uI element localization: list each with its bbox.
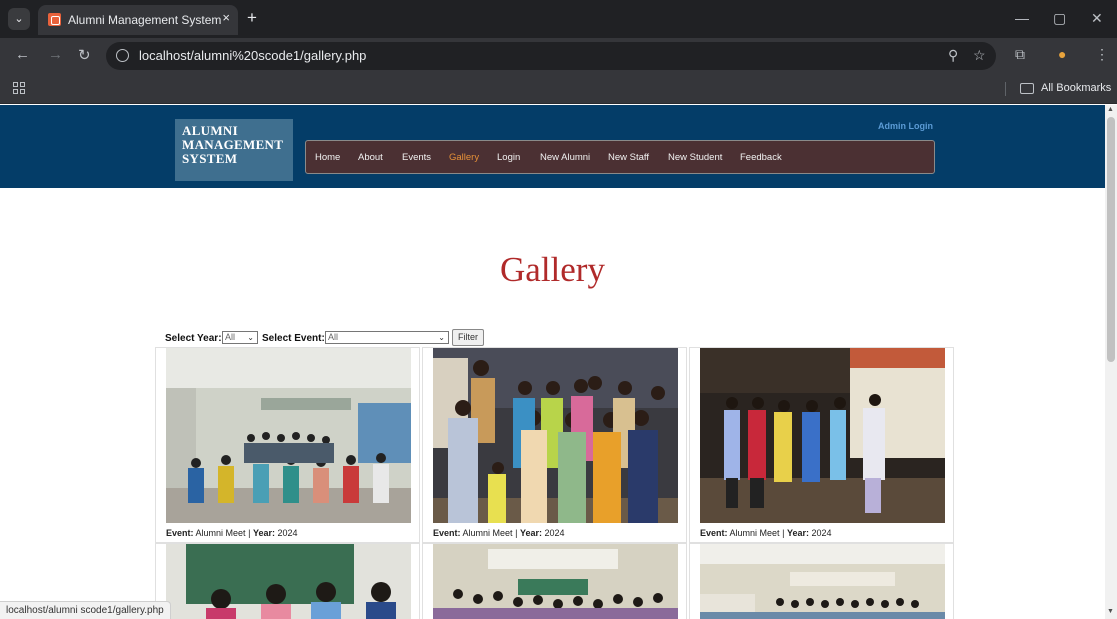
card-caption: Event: Alumni Meet | Year: 2024 xyxy=(166,528,298,538)
admin-login-link[interactable]: Admin Login xyxy=(878,121,933,131)
logo-line: MANAGEMENT xyxy=(182,137,284,152)
card-caption: Event: Alumni Meet | Year: 2024 xyxy=(700,528,832,538)
gallery-card[interactable]: Event: Alumni Meet | Year: 2024 xyxy=(155,347,420,543)
bookmarks-bar: All Bookmarks xyxy=(0,74,1117,104)
minimize-icon[interactable]: — xyxy=(1015,10,1029,26)
status-bar-url: localhost/alumni scode1/gallery.php xyxy=(0,601,171,619)
nav-new-alumni[interactable]: New Alumni xyxy=(540,152,590,163)
filter-button[interactable]: Filter xyxy=(452,329,484,346)
nav-gallery[interactable]: Gallery xyxy=(449,152,479,163)
select-event-label: Select Event: xyxy=(262,333,325,344)
nav-feedback[interactable]: Feedback xyxy=(740,152,782,163)
reload-icon[interactable]: ↻ xyxy=(78,46,91,64)
nav-login[interactable]: Login xyxy=(497,152,520,163)
chevron-down-icon: ⌄ xyxy=(438,333,445,342)
menu-icon[interactable]: ⋮ xyxy=(1095,46,1109,63)
tab-close-icon[interactable]: × xyxy=(222,10,230,25)
gallery-photo[interactable] xyxy=(700,544,945,619)
logo-line: SYSTEM xyxy=(182,151,238,166)
nav-new-student[interactable]: New Student xyxy=(668,152,722,163)
gallery-photo[interactable] xyxy=(166,348,411,523)
event-select[interactable]: All ⌄ xyxy=(325,331,449,344)
browser-tab-bar: ⌄ Alumni Management System × + — ▢ ✕ xyxy=(0,0,1117,38)
url-text[interactable]: localhost/alumni%20scode1/gallery.php xyxy=(139,48,366,63)
scroll-thumb[interactable] xyxy=(1107,117,1115,362)
chevron-down-icon: ⌄ xyxy=(247,333,254,342)
gallery-card[interactable]: Event: Alumni Meet | Year: 2024 xyxy=(689,347,954,543)
card-caption: Event: Alumni Meet | Year: 2024 xyxy=(433,528,565,538)
tab-list-icon[interactable]: ⌄ xyxy=(8,8,30,30)
scroll-up-icon[interactable]: ▲ xyxy=(1107,106,1114,113)
forward-icon[interactable]: → xyxy=(48,46,63,63)
main-nav: Home About Events Gallery Login New Alum… xyxy=(305,140,935,174)
page-scrollbar[interactable]: ▲ ▼ xyxy=(1105,105,1117,619)
nav-about[interactable]: About xyxy=(358,152,383,163)
scroll-down-icon[interactable]: ▼ xyxy=(1107,608,1114,615)
browser-tab[interactable]: Alumni Management System × xyxy=(38,5,238,35)
browser-toolbar: ← → ↻ localhost/alumni%20scode1/gallery.… xyxy=(0,38,1117,74)
tab-title: Alumni Management System xyxy=(68,13,222,27)
gallery-card[interactable]: Event: Alumni Meet | Year: 2024 xyxy=(422,347,687,543)
gallery-photo[interactable] xyxy=(700,348,945,523)
select-year-label: Select Year: xyxy=(165,333,222,344)
new-tab-icon[interactable]: + xyxy=(247,9,257,27)
gallery-photo[interactable] xyxy=(433,544,678,619)
folder-icon[interactable] xyxy=(1020,83,1034,94)
year-select[interactable]: All ⌄ xyxy=(222,331,258,344)
apps-icon[interactable] xyxy=(13,82,26,95)
page-title: Gallery xyxy=(500,250,605,289)
zoom-icon[interactable]: ⚲ xyxy=(948,47,958,64)
gallery-card[interactable] xyxy=(689,543,954,619)
site-header: ALUMNI MANAGEMENT SYSTEM Admin Login Hom… xyxy=(0,105,1105,188)
nav-home[interactable]: Home xyxy=(315,152,340,163)
bookmarks-divider xyxy=(1005,82,1006,96)
extensions-icon[interactable]: ⧉ xyxy=(1015,46,1025,63)
gallery-card[interactable] xyxy=(422,543,687,619)
site-info-icon[interactable] xyxy=(116,49,129,62)
gallery-card[interactable] xyxy=(155,543,420,619)
logo-line: ALUMNI xyxy=(182,123,238,138)
close-icon[interactable]: ✕ xyxy=(1091,10,1103,27)
page-viewport: ALUMNI MANAGEMENT SYSTEM Admin Login Hom… xyxy=(0,105,1105,619)
favicon-icon xyxy=(48,13,61,26)
restore-icon[interactable]: ▢ xyxy=(1053,10,1066,27)
nav-events[interactable]: Events xyxy=(402,152,431,163)
gallery-photo[interactable] xyxy=(166,544,411,619)
site-logo[interactable]: ALUMNI MANAGEMENT SYSTEM xyxy=(175,119,293,181)
star-icon[interactable]: ☆ xyxy=(973,47,986,64)
profile-icon[interactable]: ● xyxy=(1058,46,1066,62)
nav-new-staff[interactable]: New Staff xyxy=(608,152,649,163)
all-bookmarks-link[interactable]: All Bookmarks xyxy=(1041,82,1111,94)
back-icon[interactable]: ← xyxy=(15,46,30,63)
address-bar[interactable]: localhost/alumni%20scode1/gallery.php ⚲ … xyxy=(106,42,996,70)
gallery-photo[interactable] xyxy=(433,348,678,523)
